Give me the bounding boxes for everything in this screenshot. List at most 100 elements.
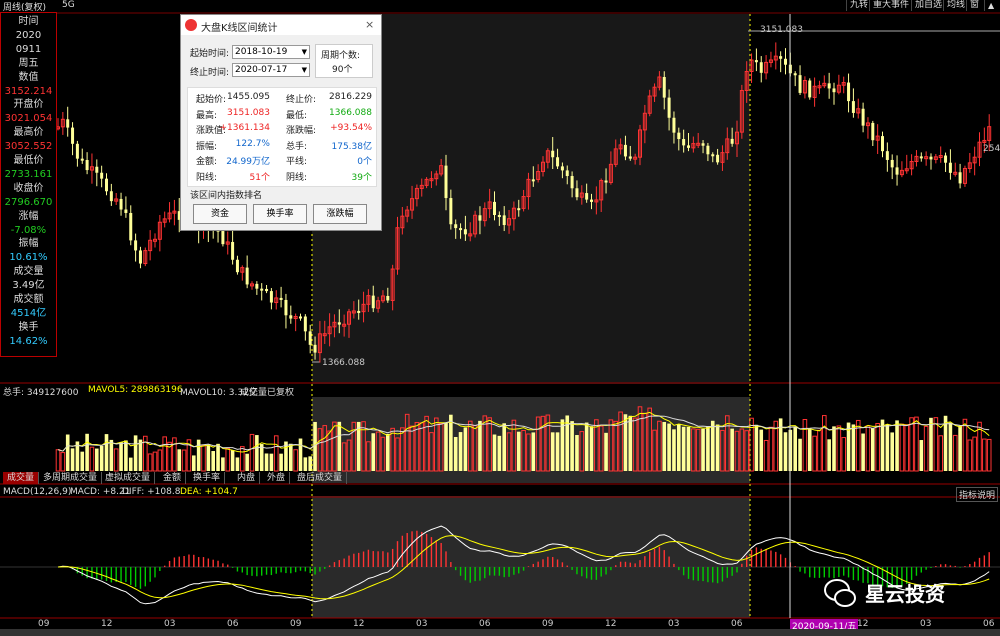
volume-bar [710, 420, 715, 471]
x-axis-label: 12 [857, 619, 869, 629]
chevron-down-icon: ▼ [301, 48, 307, 56]
volume-tab[interactable]: 金额 [159, 472, 187, 484]
dialog-titlebar[interactable]: 大盘K线区间统计 × [181, 15, 381, 35]
volume-bar [899, 423, 905, 472]
volume-bar [147, 453, 153, 472]
candle-body [497, 215, 501, 218]
volume-bar [293, 449, 298, 472]
volume-bar [662, 421, 667, 471]
window-button[interactable]: 窗 [966, 0, 982, 11]
volume-bar [99, 445, 104, 471]
info-value: 2796.670 [4, 196, 53, 208]
volume-bar [914, 416, 919, 472]
watermark: 星云投资 [823, 574, 973, 610]
stat-value: 39个 [351, 172, 372, 183]
candle-body [255, 283, 259, 289]
up-arrow-icon[interactable]: ▲ [984, 0, 997, 11]
volume-bar [812, 435, 817, 472]
stat-value: +93.54% [330, 123, 372, 133]
candle-body [313, 344, 317, 353]
candle-body [570, 176, 574, 189]
stat-label: 金额: [196, 157, 218, 167]
volume-bar [531, 432, 536, 471]
start-time-label: 起始时间: [190, 49, 230, 59]
chart-canvas[interactable] [0, 12, 1000, 629]
volume-bar [497, 435, 502, 471]
info-label: 成交量 [13, 266, 44, 278]
mavol5-value: MAVOL5: 289863196 [88, 385, 183, 395]
volume-tab[interactable]: 多周期成交量 [39, 472, 103, 484]
end-date-select[interactable]: 2020-07-17 ▼ [232, 63, 310, 77]
candle-body [784, 58, 787, 65]
candle-body [871, 122, 875, 141]
interval-stats-dialog: 大盘K线区间统计 × 起始时间: 2018-10-19 ▼ 终止时间: 2020-… [180, 14, 382, 231]
stat-value: 1455.095 [227, 92, 270, 102]
volume-bar [453, 437, 458, 471]
candle-body [299, 316, 302, 319]
candle-body [929, 156, 933, 160]
volume-bar [152, 451, 158, 472]
chevron-down-icon: ▼ [301, 66, 307, 74]
volume-tab[interactable]: 换手率 [189, 472, 226, 484]
volume-bar [492, 434, 497, 471]
volume-bar [245, 453, 249, 471]
volume-tab[interactable]: 外盘 [263, 472, 291, 484]
candle-body [289, 315, 293, 319]
close-icon[interactable]: × [365, 18, 374, 31]
stats-table: 起始价: 1455.095 终止价: 2816.229 最高: 3151.083 最低: 13… [187, 87, 377, 187]
volume-bar [65, 434, 70, 471]
volume-bar [730, 428, 734, 471]
candle-body [861, 108, 865, 126]
candle-body [881, 136, 884, 152]
candle-body [958, 172, 962, 184]
volume-bar [55, 449, 61, 472]
volume-bar [575, 435, 579, 471]
stat-label: 最高: [196, 110, 218, 121]
volume-bar [458, 432, 463, 471]
info-label: 振幅 [18, 238, 39, 250]
volume-tab[interactable]: 盘后成交量 [293, 472, 348, 484]
indicator-help-button[interactable]: 指标说明 [956, 487, 999, 502]
major-events-button[interactable]: 重大事件 [869, 0, 912, 11]
candle-body [71, 127, 75, 144]
volume-tab[interactable]: 虚拟成交量 [101, 472, 156, 484]
candle-body [444, 165, 448, 199]
add-watchlist-button[interactable]: 加自选 [911, 0, 945, 11]
candle-body [386, 295, 390, 301]
volume-bar [502, 423, 506, 471]
volume-tab[interactable]: 内盘 [233, 472, 261, 484]
stat-value: +1361.134 [219, 123, 270, 133]
change-button[interactable]: 涨跌幅 [313, 204, 367, 224]
volume-bar [909, 417, 914, 472]
bottom-tabbar[interactable] [0, 629, 1000, 636]
candle-body [221, 231, 225, 245]
candle-body [279, 297, 283, 300]
volume-tab[interactable]: 成交量 [3, 472, 40, 484]
nine-turn-button[interactable]: 九转 [846, 0, 871, 11]
candle-body [706, 145, 710, 155]
stat-value: 24.99万亿 [226, 157, 270, 167]
candle-body [459, 228, 463, 231]
candle-body [832, 88, 836, 93]
candle-body [793, 73, 797, 76]
moving-average-button[interactable]: 均线 [943, 0, 968, 11]
stat-label: 涨跌幅: [286, 126, 317, 136]
candle-body [449, 198, 453, 225]
candle-body [95, 166, 99, 173]
candle-body [590, 199, 593, 202]
volume-bar [832, 426, 836, 471]
volume-bar [763, 439, 769, 472]
x-axis-label: 12 [353, 619, 365, 629]
funds-button[interactable]: 资金 [193, 204, 247, 224]
volume-bar [584, 422, 589, 471]
candle-body [682, 139, 686, 146]
volume-bar [211, 451, 215, 471]
start-date-select[interactable]: 2018-10-19 ▼ [232, 45, 310, 59]
candle-body [284, 299, 288, 316]
turnover-button[interactable]: 换手率 [253, 204, 307, 224]
volume-bar [754, 424, 759, 471]
info-value: 3052.552 [4, 141, 53, 153]
volume-bar [444, 422, 448, 471]
candle-body [628, 156, 632, 159]
high-price-label: 3151.083 [760, 25, 803, 35]
